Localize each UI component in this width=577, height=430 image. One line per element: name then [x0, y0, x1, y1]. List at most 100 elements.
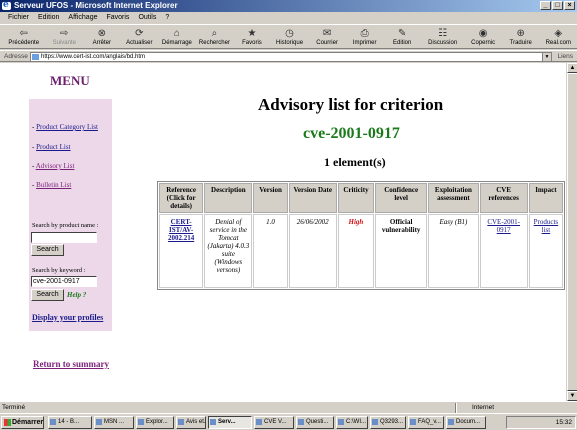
start-button[interactable]: Démarrer [1, 416, 44, 429]
menu-tools[interactable]: Outils [138, 12, 156, 23]
cell-confidence: Official vulnerability [375, 214, 428, 288]
address-dropdown-icon[interactable]: ▼ [542, 53, 551, 61]
cell-impact: Products list [528, 214, 563, 288]
menu-edit[interactable]: Edition [38, 12, 59, 23]
discussion-icon: ☷ [438, 27, 448, 39]
cve-reference-link[interactable]: CVE-2001-0917 [487, 218, 520, 234]
page-icon [32, 54, 39, 60]
favorites-button[interactable]: ★ Favoris [233, 25, 271, 49]
task-button[interactable]: 14 - B... [48, 416, 92, 429]
menu-help[interactable]: ? [165, 12, 169, 23]
close-button[interactable]: × [564, 1, 575, 10]
favorites-icon: ★ [247, 27, 257, 39]
minimize-button[interactable]: _ [540, 1, 551, 10]
element-count: 1 element(s) [324, 155, 386, 169]
mail-icon: ✉ [322, 27, 332, 39]
bulletin-list-link[interactable]: Bulletin List [36, 181, 71, 189]
sidebar-item-bulletin-list: - Bulletin List [32, 181, 72, 189]
product-name-input[interactable] [31, 232, 97, 243]
sidebar-item-product-list: - Product List [32, 143, 71, 151]
address-bar: Adresse https://www.cert-ist.com/anglais… [0, 50, 577, 62]
task-button[interactable]: C:\WI... [336, 416, 368, 429]
system-tray: 15:32 [506, 416, 576, 429]
back-arrow-icon: ⇦ [19, 27, 28, 39]
toolbar: ⇦ Précédente ⇨ Suivante ⊗ Arrêter ⟳ Actualis… [0, 24, 577, 49]
home-icon: ⌂ [173, 27, 180, 39]
keyword-input[interactable]: cve-2001-0917 [31, 276, 97, 287]
task-button[interactable]: CVE V... [254, 416, 294, 429]
cell-version-date: 26/06/2002 [288, 214, 337, 288]
stop-button[interactable]: ⊗ Arrêter [83, 25, 121, 49]
real-icon: ◈ [554, 27, 563, 39]
task-button[interactable]: Explor... [136, 416, 174, 429]
history-button[interactable]: ◷ Historique [271, 25, 309, 49]
task-button[interactable]: Q3293... [370, 416, 406, 429]
translate-icon: ⊕ [516, 27, 525, 39]
home-button[interactable]: ⌂ Démarrage [158, 25, 196, 49]
task-button[interactable]: Docum... [446, 416, 486, 429]
mail-button[interactable]: ✉ Courrier [308, 25, 346, 49]
print-icon: ⎙ [360, 27, 369, 39]
menu-title: MENU [50, 73, 90, 88]
menu-view[interactable]: Affichage [68, 12, 97, 23]
menu-favorites[interactable]: Favoris [106, 12, 129, 23]
vertical-scrollbar[interactable]: ▲ ▼ [566, 63, 577, 401]
forward-button[interactable]: ⇨ Suivante [45, 25, 83, 49]
copernic-icon: ◉ [478, 27, 488, 39]
copernic-button[interactable]: ◉ Copernic [464, 25, 502, 49]
cell-exploitation: Easy (B1) [428, 214, 479, 288]
real-button[interactable]: ◈ Real.com [540, 25, 577, 49]
edit-icon: ✎ [397, 27, 407, 39]
task-button[interactable]: MSN ... [94, 416, 134, 429]
links-button[interactable]: Liens [557, 51, 573, 62]
cell-cve: CVE-2001-0917 [479, 214, 528, 288]
col-reference: Reference (Click for details) [159, 183, 204, 213]
window-title-bar: Serveur UFOS - Microsoft Internet Explor… [0, 0, 577, 12]
display-profiles-link[interactable]: Display your profiles [32, 313, 103, 322]
translate-button[interactable]: ⊕ Traduire [502, 25, 540, 49]
discussion-button[interactable]: ☷ Discussion [421, 25, 464, 49]
search-keyword-button[interactable]: Search [31, 289, 64, 301]
history-icon: ◷ [285, 27, 294, 39]
cell-criticity: High [337, 214, 375, 288]
col-confidence: Confidence level [375, 183, 428, 213]
cell-description: Denial of service in the Tomcat (Jakarta… [204, 214, 253, 288]
table-header-row: Reference (Click for details) Descriptio… [159, 183, 563, 213]
task-button[interactable]: Avis et... [176, 416, 206, 429]
col-impact: Impact [528, 183, 563, 213]
menu-file[interactable]: Fichier [8, 12, 29, 23]
product-category-link[interactable]: Product Category List [36, 123, 98, 131]
scroll-up-icon[interactable]: ▲ [567, 63, 577, 73]
col-description: Description [204, 183, 253, 213]
cell-version: 1.0 [253, 214, 288, 288]
page-title: Advisory list for criterion [258, 95, 444, 114]
window-title: Serveur UFOS - Microsoft Internet Explor… [14, 1, 178, 10]
status-bar: Terminé Internet [0, 401, 577, 413]
products-list-link[interactable]: Products list [534, 218, 559, 234]
product-list-link[interactable]: Product List [36, 143, 70, 151]
col-cve-references: CVE references [479, 183, 528, 213]
task-button-active[interactable]: Serv... [208, 416, 252, 429]
return-to-summary-link[interactable]: Return to summary [33, 359, 109, 369]
col-exploitation: Exploitation assessment [428, 183, 479, 213]
criterion-title: cve-2001-0917 [303, 125, 400, 142]
maximize-button[interactable]: □ [552, 1, 563, 10]
edit-button[interactable]: ✎ Edition [383, 25, 421, 49]
scroll-thumb[interactable] [567, 73, 577, 391]
advisory-reference-link[interactable]: CERT-IST/AV-2002.214 [168, 218, 194, 242]
back-button[interactable]: ⇦ Précédente [2, 25, 45, 49]
print-button[interactable]: ⎙ Imprimer [346, 25, 384, 49]
search-name-button[interactable]: Search [31, 244, 64, 256]
refresh-button[interactable]: ⟳ Actualiser [121, 25, 159, 49]
address-input[interactable]: https://www.cert-ist.com/anglais/bd.htm … [30, 52, 552, 62]
col-version: Version [253, 183, 288, 213]
help-link[interactable]: Help ? [67, 291, 86, 299]
task-button[interactable]: Questi... [296, 416, 334, 429]
task-button[interactable]: FAQ_v... [408, 416, 444, 429]
search-icon: ⌕ [211, 27, 218, 39]
advisory-list-link[interactable]: Advisory List [36, 162, 75, 170]
clock: 15:32 [555, 419, 572, 426]
page-content: MENU - Product Category List - Product L… [0, 63, 566, 401]
scroll-down-icon[interactable]: ▼ [567, 391, 577, 401]
search-button[interactable]: ⌕ Rechercher [196, 25, 234, 49]
